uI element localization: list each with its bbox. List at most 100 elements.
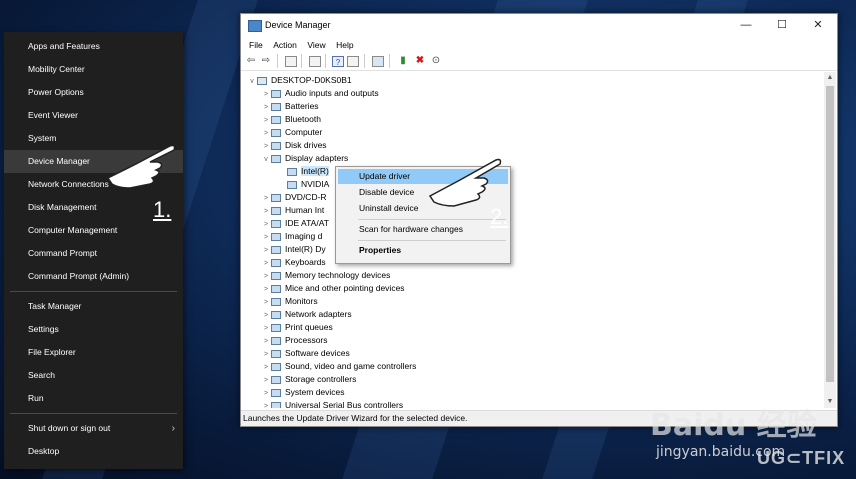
menu-desktop[interactable]: Desktop: [4, 440, 183, 463]
menu-shut-down-or-sign-out[interactable]: Shut down or sign out ›: [4, 417, 183, 440]
maximize-button[interactable]: ☐: [767, 16, 797, 34]
device-category[interactable]: > System devices: [261, 386, 345, 399]
device-icon: [271, 128, 281, 137]
scan-hardware-icon[interactable]: [372, 56, 384, 67]
device-category[interactable]: > Monitors: [261, 295, 318, 308]
device-category[interactable]: > Memory technology devices: [261, 269, 390, 282]
menu-power-options[interactable]: Power Options: [4, 81, 183, 104]
menu-run[interactable]: Run: [4, 387, 183, 410]
menu-task-manager[interactable]: Task Manager: [4, 295, 183, 318]
menu-view[interactable]: View: [303, 38, 329, 52]
menu-file[interactable]: File: [245, 38, 267, 52]
device-category[interactable]: > Human Int: [261, 204, 324, 217]
device-category[interactable]: > DVD/CD-R: [261, 191, 327, 204]
device-category[interactable]: > Storage controllers: [261, 373, 356, 386]
toolbar-divider: [389, 54, 390, 68]
uninstall-icon[interactable]: ✖: [414, 55, 426, 66]
menu-help[interactable]: Help: [332, 38, 357, 52]
menu-command-prompt[interactable]: Command Prompt: [4, 242, 183, 265]
scroll-up-icon[interactable]: ▲: [824, 72, 836, 84]
device-item[interactable]: Intel(R): [277, 165, 329, 178]
device-icon: [271, 89, 281, 98]
menu-command-prompt-admin[interactable]: Command Prompt (Admin): [4, 265, 183, 288]
device-tree: v DESKTOP-D0KS0B1 > Audio inputs and outpu…: [243, 72, 823, 408]
show-hide-console-tree-icon[interactable]: [285, 56, 297, 67]
device-icon: [271, 323, 281, 332]
device-category[interactable]: > Keyboards: [261, 256, 326, 269]
scroll-down-icon[interactable]: ▼: [824, 396, 836, 408]
ctx-divider: [358, 219, 506, 220]
close-button[interactable]: ✕: [803, 16, 833, 34]
device-label: Intel(R) Dy: [285, 244, 326, 254]
device-category[interactable]: > Computer: [261, 126, 322, 139]
menu-shut-down-label: Shut down or sign out: [28, 423, 111, 433]
minimize-button[interactable]: —: [731, 16, 761, 34]
device-label: Memory technology devices: [285, 270, 391, 280]
menu-apps-and-features[interactable]: Apps and Features: [4, 35, 183, 58]
device-category[interactable]: > Software devices: [261, 347, 350, 360]
device-category[interactable]: > Audio inputs and outputs: [261, 87, 379, 100]
window-title: Device Manager: [265, 20, 331, 30]
chevron-right-icon: ›: [171, 423, 175, 434]
device-icon: [271, 141, 281, 150]
device-icon: [271, 245, 281, 254]
back-icon[interactable]: ⇦: [245, 55, 257, 66]
ctx-properties[interactable]: Properties: [338, 243, 508, 258]
menu-search[interactable]: Search: [4, 364, 183, 387]
device-category[interactable]: > Disk drives: [261, 139, 327, 152]
device-icon: [271, 232, 281, 241]
device-category[interactable]: > Intel(R) Dy: [261, 243, 326, 256]
device-label: IDE ATA/AT: [285, 218, 329, 228]
device-manager-window: Device Manager — ☐ ✕ File Action View He…: [240, 13, 838, 427]
root-label: DESKTOP-D0KS0B1: [271, 75, 352, 85]
device-label: Network adapters: [285, 309, 352, 319]
device-category[interactable]: > Network adapters: [261, 308, 352, 321]
update-driver-icon[interactable]: ▮: [397, 55, 409, 66]
device-label: System devices: [285, 387, 345, 397]
device-icon: [271, 297, 281, 306]
help-icon[interactable]: ?: [332, 56, 344, 67]
pointing-hand-icon: [428, 158, 502, 207]
device-category[interactable]: > Bluetooth: [261, 113, 321, 126]
device-icon: [271, 388, 281, 397]
tree-root[interactable]: v DESKTOP-D0KS0B1: [247, 74, 352, 87]
device-category[interactable]: > Batteries: [261, 100, 319, 113]
computer-icon: [257, 76, 267, 85]
device-icon: [271, 310, 281, 319]
device-category[interactable]: > Mice and other pointing devices: [261, 282, 405, 295]
device-category[interactable]: > IDE ATA/AT: [261, 217, 329, 230]
collapse-icon[interactable]: v: [261, 153, 271, 166]
forward-icon[interactable]: ⇨: [260, 55, 272, 66]
device-label: Bluetooth: [285, 114, 321, 124]
toolbar-divider: [325, 54, 326, 68]
device-label: Imaging d: [285, 231, 323, 241]
device-category[interactable]: > Imaging d: [261, 230, 322, 243]
step-label-1: 1.: [153, 197, 172, 222]
device-category[interactable]: > Print queues: [261, 321, 333, 334]
device-icon: [271, 219, 281, 228]
device-category[interactable]: > Universal Serial Bus controllers: [261, 399, 403, 408]
device-label: Mice and other pointing devices: [285, 283, 405, 293]
properties-icon[interactable]: [309, 56, 321, 67]
ctx-scan-hardware[interactable]: Scan for hardware changes: [338, 222, 508, 237]
toolbar-divider: [301, 54, 302, 68]
scrollbar-thumb[interactable]: [826, 86, 834, 382]
device-category[interactable]: > Sound, video and game controllers: [261, 360, 416, 373]
expand-icon[interactable]: >: [261, 400, 271, 408]
view-icon[interactable]: [347, 56, 359, 67]
toolbar: ⇦ ⇨ ? ▮ ✖ ⊙: [241, 52, 837, 71]
device-category[interactable]: > Processors: [261, 334, 328, 347]
device-item[interactable]: NVIDIA: [277, 178, 329, 191]
menu-mobility-center[interactable]: Mobility Center: [4, 58, 183, 81]
menu-settings[interactable]: Settings: [4, 318, 183, 341]
device-icon: [271, 375, 281, 384]
device-category[interactable]: v Display adapters: [261, 152, 348, 165]
device-label: Universal Serial Bus controllers: [285, 400, 404, 408]
device-label: Computer: [285, 127, 323, 137]
menu-file-explorer[interactable]: File Explorer: [4, 341, 183, 364]
menu-event-viewer[interactable]: Event Viewer: [4, 104, 183, 127]
menu-action[interactable]: Action: [269, 38, 301, 52]
download-icon[interactable]: ⊙: [430, 55, 442, 66]
device-label: Disk drives: [285, 140, 327, 150]
vertical-scrollbar[interactable]: ▲ ▼: [824, 72, 836, 408]
